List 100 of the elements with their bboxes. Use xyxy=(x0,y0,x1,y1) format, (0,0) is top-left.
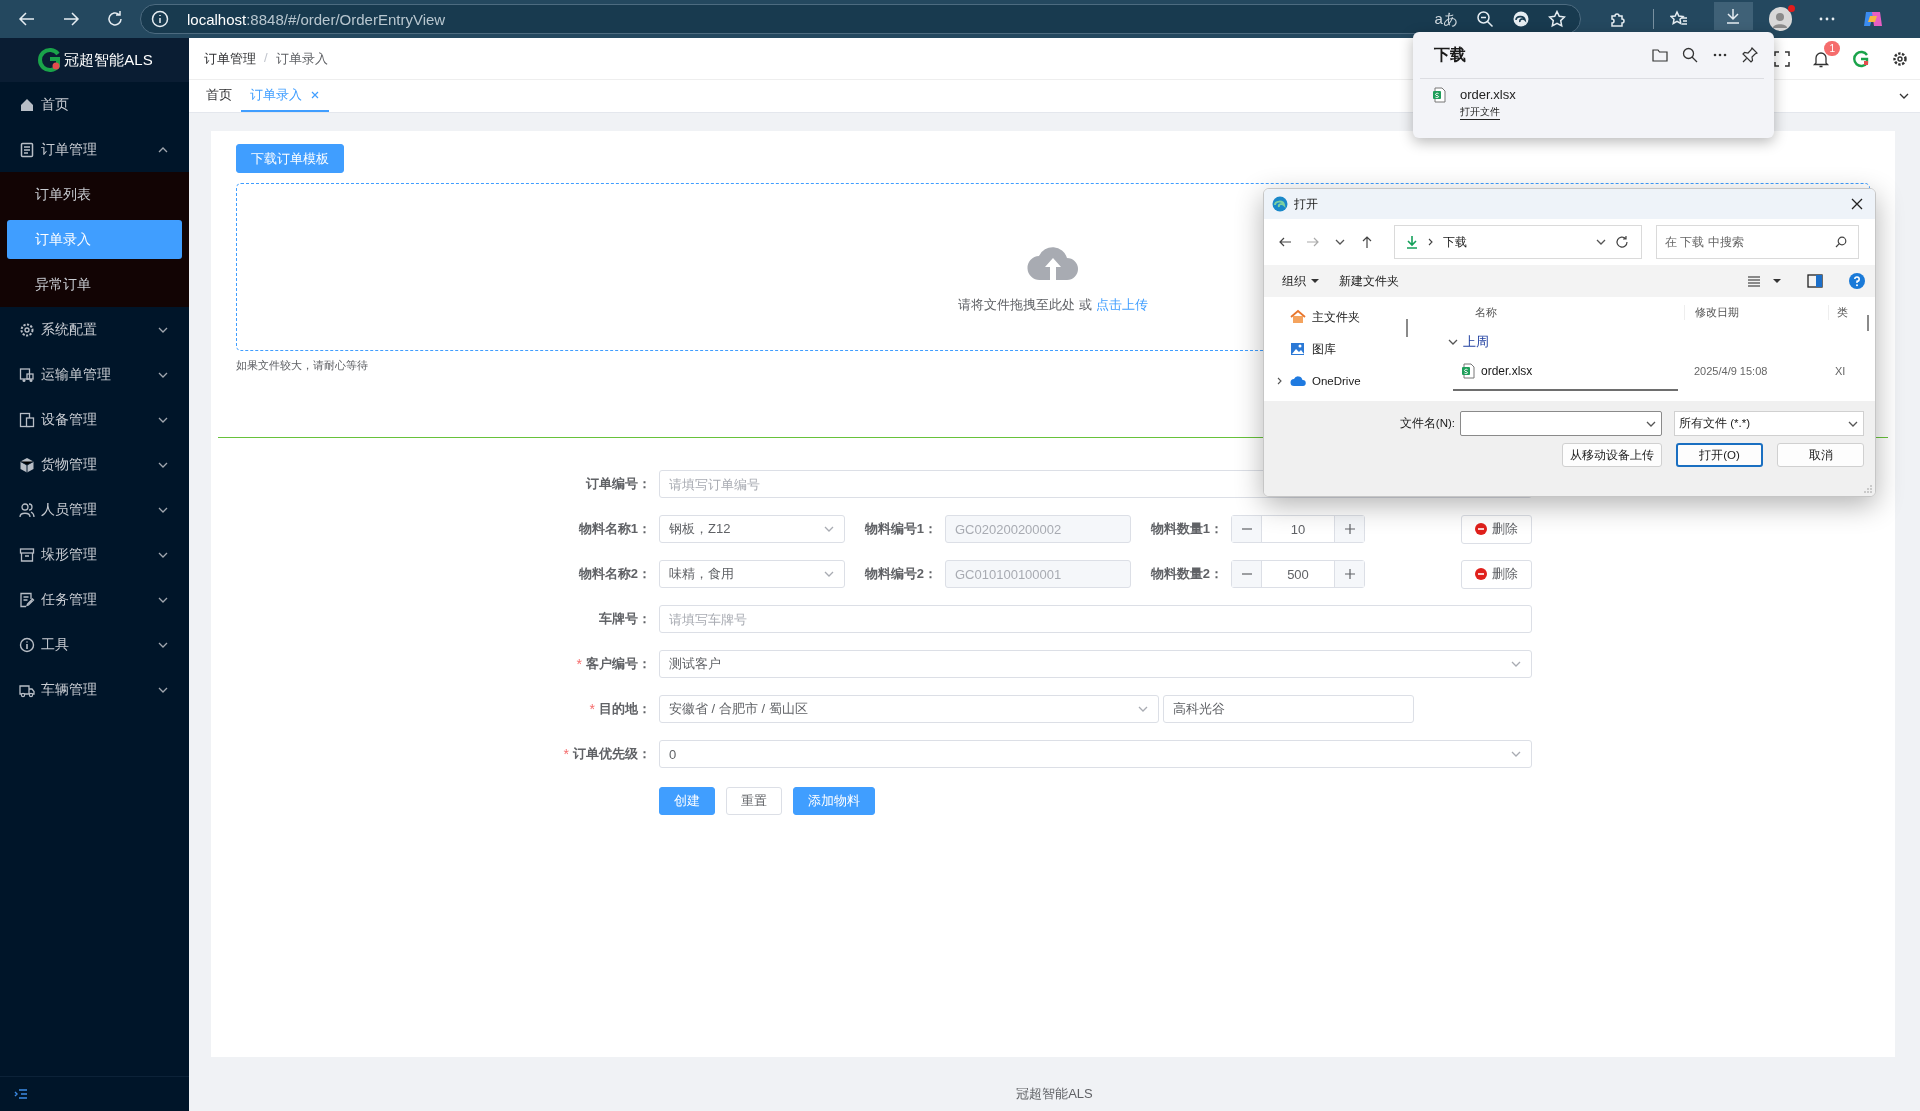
breadcrumb-item[interactable]: 订单管理 xyxy=(204,49,256,68)
open-file-link[interactable]: 打开文件 xyxy=(1460,105,1500,120)
delete-button[interactable]: 删除 xyxy=(1461,559,1532,589)
search-field[interactable]: 在 下载 中搜索 xyxy=(1656,225,1859,259)
file-name[interactable]: order.xlsx xyxy=(1445,363,1684,379)
home-icon xyxy=(19,96,35,113)
caret-icon xyxy=(1311,277,1319,285)
profile-avatar[interactable] xyxy=(1768,7,1792,31)
preview-pane-icon[interactable] xyxy=(1807,274,1823,288)
sidebar-item[interactable]: 车辆管理 xyxy=(0,667,189,712)
pin-icon[interactable] xyxy=(1742,47,1758,63)
scrollbar[interactable] xyxy=(1867,315,1869,331)
select-field[interactable]: 味精，食用 xyxy=(659,560,845,588)
up-arrow-icon[interactable] xyxy=(1360,235,1374,249)
plus-icon[interactable] xyxy=(1343,523,1356,535)
minus-circle-icon xyxy=(1475,568,1487,580)
list-view-icon[interactable] xyxy=(1747,275,1761,287)
refresh-icon[interactable] xyxy=(1615,235,1629,249)
column-header[interactable]: 名称 xyxy=(1445,304,1684,320)
zoom-out-icon[interactable] xyxy=(1475,10,1494,28)
sidebar-item[interactable]: 系统配置 xyxy=(0,307,189,352)
download-button[interactable] xyxy=(1713,2,1753,30)
reload-icon[interactable] xyxy=(106,10,124,28)
sidebar-item[interactable]: 任务管理 xyxy=(0,577,189,622)
number-stepper[interactable]: 500 xyxy=(1231,560,1365,588)
scrollbar[interactable] xyxy=(1453,389,1678,391)
select-field[interactable]: 测试客户 xyxy=(659,650,1532,678)
filename-field[interactable] xyxy=(1460,411,1662,436)
sidebar-item[interactable]: 订单管理 xyxy=(0,127,189,172)
select-field[interactable]: 钢板，Z12 xyxy=(659,515,845,543)
column-header[interactable]: 类 xyxy=(1828,304,1857,320)
plus-icon[interactable] xyxy=(1343,568,1356,580)
navigation-item[interactable]: 主文件夹 xyxy=(1264,301,1414,333)
fullscreen-icon[interactable] xyxy=(1774,50,1790,67)
scrollbar[interactable] xyxy=(1406,319,1408,337)
select-field[interactable]: 0 xyxy=(659,740,1532,768)
close-icon[interactable] xyxy=(1851,198,1863,210)
panel-title: 下载 xyxy=(1434,44,1466,65)
logo-icon xyxy=(36,47,63,73)
truck-document-icon xyxy=(19,366,35,383)
help-icon[interactable] xyxy=(1849,273,1865,289)
cascader-field[interactable]: 安徽省 / 合肥市 / 蜀山区 xyxy=(659,695,1159,723)
file-type: XI xyxy=(1834,365,1847,377)
back-icon[interactable] xyxy=(1278,235,1292,249)
dialog-button[interactable]: 从移动设备上传 xyxy=(1562,443,1662,467)
address-bar[interactable]: localhost:8848/#/order/OrderEntryView aあ xyxy=(140,4,1581,34)
dialog-title: 打开 xyxy=(1294,195,1318,213)
notification-dot xyxy=(1788,5,1795,12)
read-aloud-button[interactable]: aあ xyxy=(1434,9,1458,29)
star-icon[interactable] xyxy=(1547,10,1566,28)
back-icon[interactable] xyxy=(18,10,36,28)
sidebar-item[interactable]: 货物管理 xyxy=(0,442,189,487)
collapse-menu-icon[interactable] xyxy=(14,1087,28,1101)
required-mark: * xyxy=(563,746,569,762)
favorites-icon[interactable] xyxy=(1669,10,1688,28)
sidebar-item[interactable]: 运输单管理 xyxy=(0,352,189,397)
field-label: 物料编号2： xyxy=(863,565,937,583)
sidebar-item[interactable]: 垛形管理 xyxy=(0,532,189,577)
sidebar-item[interactable]: 人员管理 xyxy=(0,487,189,532)
submenu-item[interactable]: 订单列表 xyxy=(0,172,189,217)
number-stepper[interactable]: 10 xyxy=(1231,515,1365,543)
submenu-item[interactable]: 异常订单 xyxy=(0,262,189,307)
swirl-icon[interactable] xyxy=(1511,10,1530,28)
logo-icon[interactable] xyxy=(1852,49,1870,68)
url-text[interactable]: localhost:8848/#/order/OrderEntryView xyxy=(187,10,446,28)
delete-button[interactable]: 删除 xyxy=(1461,514,1532,544)
dialog-button[interactable]: 打开(O) xyxy=(1676,443,1763,467)
file-name[interactable]: order.xlsx xyxy=(1460,87,1516,102)
forward-icon[interactable] xyxy=(62,10,80,28)
folder-icon[interactable] xyxy=(1652,47,1668,63)
file-type-select[interactable]: 所有文件 (*.*) xyxy=(1674,411,1864,436)
address-input[interactable]: 高科光谷 xyxy=(1163,695,1414,723)
caret-icon[interactable] xyxy=(1773,277,1781,285)
puzzle-icon[interactable] xyxy=(1608,10,1627,28)
info-icon xyxy=(19,636,35,653)
navigation-item[interactable]: OneDrive xyxy=(1264,365,1414,397)
sidebar-item[interactable]: 工具 xyxy=(0,622,189,667)
info-icon[interactable] xyxy=(151,10,169,28)
column-header[interactable]: 修改日期 xyxy=(1684,304,1828,320)
footer-text: 冠超智能ALS xyxy=(1015,1085,1094,1103)
search-icon[interactable] xyxy=(1682,47,1698,63)
edit-icon xyxy=(19,591,35,608)
toolbar-button[interactable]: 新建文件夹 xyxy=(1335,273,1403,289)
toolbar-button[interactable]: 组织 xyxy=(1278,273,1323,289)
field-label: 物料数量2： xyxy=(1149,565,1223,583)
field-label: 车牌号： xyxy=(599,610,651,628)
sidebar-item[interactable]: 设备管理 xyxy=(0,397,189,442)
dialog-button[interactable]: 取消 xyxy=(1777,443,1864,467)
text-input[interactable]: 请填写车牌号 xyxy=(659,605,1532,633)
bell-icon[interactable] xyxy=(1812,49,1830,68)
sidebar-item[interactable]: 首页 xyxy=(0,82,189,127)
required-mark: * xyxy=(589,701,595,717)
required-mark: * xyxy=(576,656,582,672)
form-button[interactable]: 重置 xyxy=(726,787,782,815)
tab[interactable]: 首页 xyxy=(197,80,241,112)
breadcrumb-separator: / xyxy=(264,49,268,67)
settings-icon[interactable] xyxy=(1892,50,1908,67)
field-label: 物料名称1： xyxy=(578,520,651,538)
people-icon xyxy=(19,501,35,518)
address-field[interactable]: 下载 xyxy=(1394,225,1642,259)
